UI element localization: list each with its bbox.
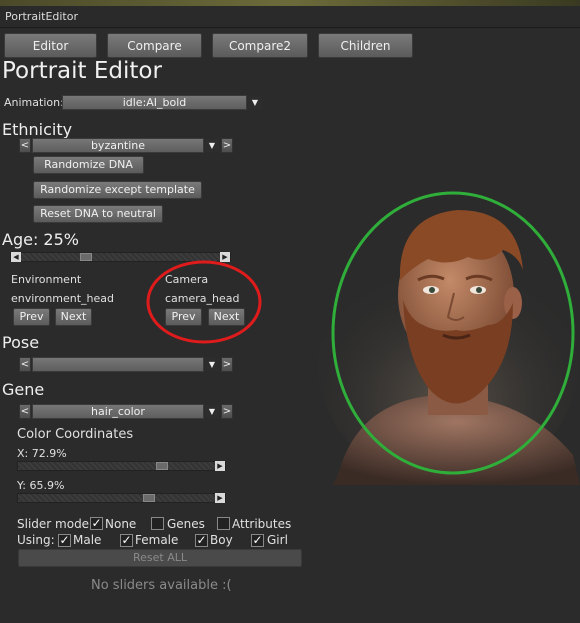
checkmark-icon: ✓ [121,533,132,547]
slider-mode-genes-label: Genes [167,517,205,531]
age-slider-thumb[interactable] [80,253,92,261]
chevron-left-icon[interactable]: < [19,357,31,372]
chevron-down-icon[interactable]: ▼ [205,358,219,371]
checkmark-icon: ✓ [91,516,102,530]
checkmark-icon: ✓ [59,533,70,547]
environment-prev-button[interactable]: Prev [13,308,50,326]
reset-all-button[interactable]: Reset ALL [18,549,302,567]
environment-next-button[interactable]: Next [55,308,92,326]
portrait-highlight-ellipse [331,191,575,475]
tab-children[interactable]: Children [318,33,413,58]
animation-label: Animation: [4,96,64,109]
gene-heading: Gene [2,380,45,399]
environment-value: environment_head [11,292,115,305]
chevron-down-icon[interactable]: ▼ [205,139,219,152]
tab-editor[interactable]: Editor [4,33,97,58]
color-coordinates-heading: Color Coordinates [17,427,134,442]
chevron-right-icon[interactable]: > [221,357,233,372]
chevron-right-icon[interactable]: > [221,404,233,419]
using-female-label: Female [135,533,179,547]
using-label: Using: [17,533,55,547]
slider-mode-none-checkbox[interactable]: ✓ [90,517,103,530]
tab-compare2[interactable]: Compare2 [212,33,308,58]
chevron-down-icon[interactable]: ▼ [248,96,262,109]
using-male-label: Male [73,533,102,547]
randomize-dna-button[interactable]: Randomize DNA [33,156,144,174]
reset-dna-button[interactable]: Reset DNA to neutral [33,205,163,223]
slider-mode-none-label: None [105,517,137,531]
camera-highlight-ellipse [146,260,262,344]
empty-sliders-message: No sliders available :( [91,578,232,593]
checkmark-icon: ✓ [252,533,263,547]
pose-select[interactable] [32,357,204,372]
slider-mode-genes-checkbox[interactable] [151,517,164,530]
ethnicity-heading: Ethnicity [2,120,73,139]
checkmark-icon: ✓ [196,533,207,547]
ethnicity-select[interactable]: byzantine [32,138,204,153]
pose-heading: Pose [2,333,40,352]
using-girl-checkbox[interactable]: ✓ [251,534,264,547]
chevron-right-icon[interactable]: ▶ [215,493,225,503]
chevron-down-icon[interactable]: ▼ [205,405,219,418]
chevron-right-icon[interactable]: > [221,138,233,153]
gene-select[interactable]: hair_color [32,404,204,419]
using-girl-label: Girl [267,533,288,547]
tab-compare[interactable]: Compare [107,33,202,58]
color-x-slider[interactable]: ▶ [17,461,226,471]
age-label: Age: 25% [2,230,79,249]
slider-mode-attributes-checkbox[interactable] [217,517,230,530]
environment-heading: Environment [11,273,82,286]
animation-select[interactable]: idle:AI_bold [62,95,247,110]
chevron-right-icon[interactable]: ▶ [215,461,225,471]
color-x-slider-thumb[interactable] [156,462,168,470]
randomize-except-template-button[interactable]: Randomize except template [33,181,202,199]
color-y-slider-thumb[interactable] [143,494,155,502]
using-female-checkbox[interactable]: ✓ [120,534,133,547]
using-male-checkbox[interactable]: ✓ [58,534,71,547]
slider-mode-attributes-label: Attributes [232,517,292,531]
chevron-left-icon[interactable]: ◀ [11,252,21,262]
page-title: Portrait Editor [2,58,162,84]
using-boy-label: Boy [210,533,233,547]
color-y-slider[interactable]: ▶ [17,493,226,503]
slider-mode-label: Slider mode: [17,517,94,531]
color-x-label: X: 72.9% [17,447,67,460]
window-title: PortraitEditor [0,6,580,28]
chevron-left-icon[interactable]: < [19,404,31,419]
color-y-label: Y: 65.9% [17,479,65,492]
chevron-left-icon[interactable]: < [19,138,31,153]
using-boy-checkbox[interactable]: ✓ [195,534,208,547]
